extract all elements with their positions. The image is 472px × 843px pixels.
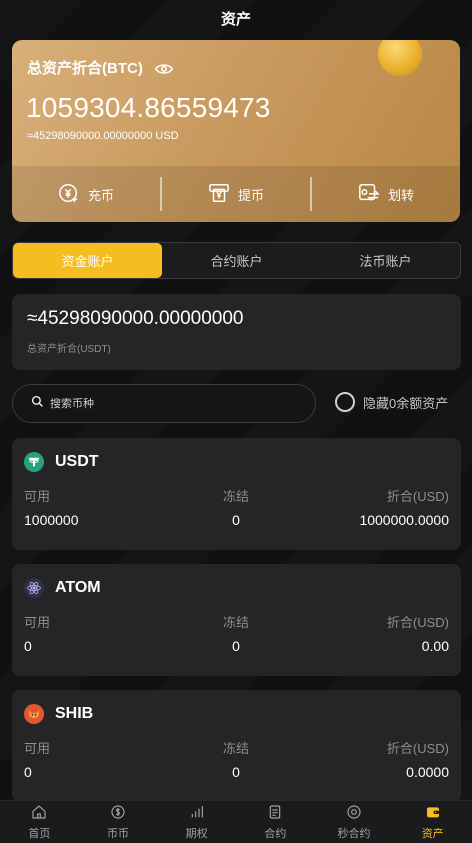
coin-icon — [110, 804, 126, 823]
btc-balance: 1059304.86559473 — [26, 92, 271, 123]
nav-spot[interactable]: 币币 — [79, 801, 158, 843]
asset-head: SHIB — [24, 704, 93, 724]
transfer-button[interactable]: 划转 — [312, 166, 460, 222]
nav-second-contract[interactable]: 秒合约 — [315, 801, 394, 843]
asset-head: USDT — [24, 452, 99, 472]
nav-label: 期权 — [185, 827, 208, 840]
equiv-label: 折合(USD) — [386, 615, 449, 630]
nav-contract[interactable]: 合约 — [236, 801, 315, 843]
account-tabs: 资金账户 合约账户 法币账户 — [12, 242, 461, 279]
transfer-icon — [358, 182, 380, 207]
asset-head: ATOM — [24, 578, 101, 598]
tab-fiat-account[interactable]: 法币账户 — [311, 243, 460, 278]
asset-name: USDT — [55, 453, 99, 470]
hide-zero-toggle[interactable]: 隐藏0余额资产 — [335, 392, 448, 412]
eye-icon[interactable] — [154, 62, 173, 74]
home-icon — [31, 804, 47, 823]
deposit-icon — [58, 182, 80, 207]
shib-icon — [24, 704, 44, 724]
nav-label: 资产 — [421, 827, 444, 840]
hero-title-row: 总资产折合(BTC) — [27, 57, 173, 78]
nav-label: 币币 — [107, 827, 129, 840]
available-value: 0 — [24, 638, 32, 654]
withdraw-icon — [208, 182, 230, 207]
equiv-value: 0.0000 — [406, 764, 449, 780]
bottom-nav: 首页 币币 期权 合约 秒合约 资产 — [0, 800, 472, 843]
tab-contract-account[interactable]: 合约账户 — [162, 243, 311, 278]
page-title: 资产 — [220, 10, 251, 28]
available-value: 1000000 — [24, 512, 79, 528]
nav-label: 秒合约 — [337, 827, 371, 840]
equiv-value: 0.00 — [421, 638, 449, 654]
atom-icon — [24, 578, 44, 598]
wallet-icon — [425, 804, 441, 823]
equiv-label: 折合(USD) — [386, 489, 449, 504]
usdt-icon — [24, 452, 44, 472]
page-header: 资产 — [0, 0, 472, 36]
account-total-label: 总资产折合(USDT) — [27, 344, 111, 355]
nav-label: 合约 — [264, 827, 287, 840]
asset-card-shib[interactable]: SHIB 可用 冻结 折合(USD) 0 0 0.0000 — [12, 690, 461, 802]
nav-label: 首页 — [28, 827, 51, 840]
usd-balance: ≈45298090000.00000000 USD — [27, 130, 179, 142]
equiv-label: 折合(USD) — [386, 741, 449, 756]
hide-zero-radio[interactable] — [335, 392, 355, 412]
coin-decoration-icon — [378, 40, 422, 76]
target-icon — [346, 804, 362, 823]
search-icon — [31, 395, 44, 413]
asset-card-usdt[interactable]: USDT 可用 冻结 折合(USD) 1000000 0 1000000.000… — [12, 438, 461, 550]
available-label: 可用 — [24, 741, 51, 756]
withdraw-label: 提币 — [237, 187, 264, 203]
hero-actions: 充币 提币 划转 — [12, 166, 460, 222]
available-value: 0 — [24, 764, 32, 780]
asset-name: SHIB — [55, 705, 94, 722]
total-assets-card: 总资产折合(BTC) 1059304.86559473 ≈45298090000… — [12, 40, 460, 222]
nav-home[interactable]: 首页 — [0, 801, 79, 843]
asset-card-atom[interactable]: ATOM 可用 冻结 折合(USD) 0 0 0.00 — [12, 564, 461, 676]
tab-funding-account[interactable]: 资金账户 — [13, 243, 162, 278]
available-label: 可用 — [24, 489, 51, 504]
available-label: 可用 — [24, 615, 51, 630]
transfer-label: 划转 — [387, 187, 414, 203]
nav-assets[interactable]: 资产 — [393, 801, 472, 843]
account-total-value: ≈45298090000.00000000 — [27, 308, 244, 329]
search-input[interactable] — [50, 397, 290, 410]
withdraw-button[interactable]: 提币 — [162, 166, 310, 222]
hero-title: 总资产折合(BTC) — [27, 60, 143, 77]
deposit-label: 充币 — [87, 187, 114, 203]
nav-options[interactable]: 期权 — [157, 801, 236, 843]
deposit-button[interactable]: 充币 — [12, 166, 160, 222]
hide-zero-label: 隐藏0余额资产 — [363, 395, 449, 411]
search-box[interactable] — [12, 384, 316, 423]
bar-chart-icon — [189, 804, 205, 823]
equiv-value: 1000000.0000 — [359, 512, 449, 528]
asset-name: ATOM — [55, 579, 101, 596]
document-icon — [267, 804, 283, 823]
account-total-card: ≈45298090000.00000000 总资产折合(USDT) — [12, 294, 461, 370]
